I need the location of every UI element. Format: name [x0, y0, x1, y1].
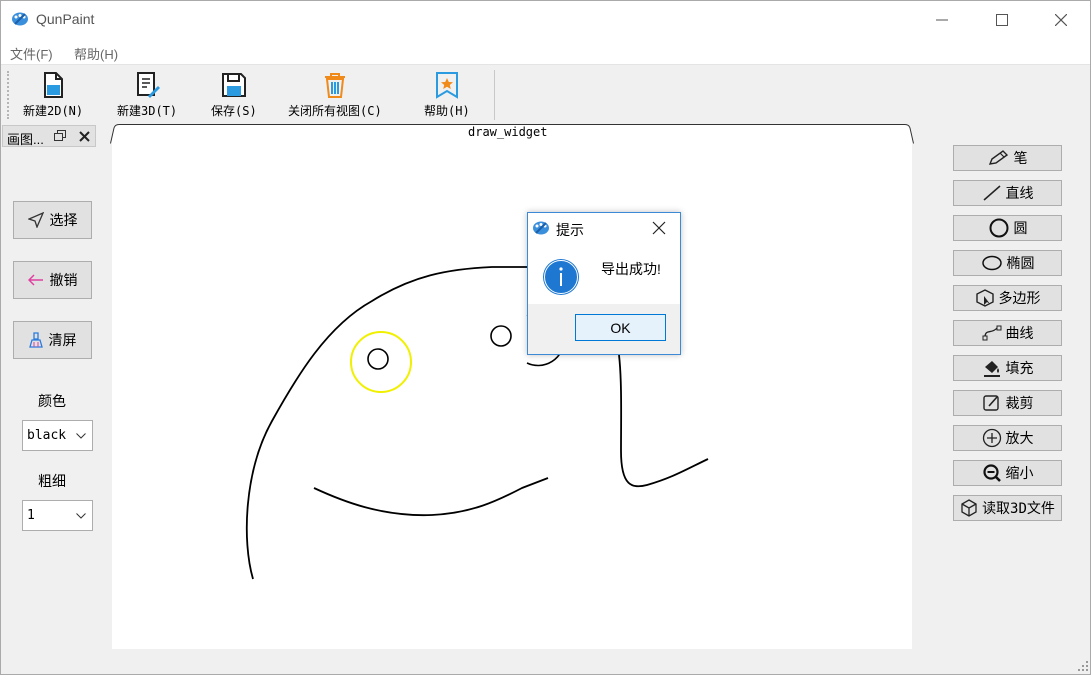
- message-dialog: 提示 导出成功! OK: [527, 212, 681, 355]
- toolbar-separator: [494, 70, 495, 120]
- help-button[interactable]: 帮助(H): [424, 71, 470, 121]
- close-all-views-button[interactable]: 关闭所有视图(C): [288, 71, 382, 121]
- menu-help[interactable]: 帮助(H): [74, 44, 118, 63]
- save-button[interactable]: 保存(S): [211, 71, 257, 121]
- fill-bucket-icon: [983, 361, 1000, 377]
- tool-load-3d-button[interactable]: 读取3D文件: [953, 495, 1062, 521]
- highlight-circle: [350, 331, 412, 393]
- width-label: 粗细: [38, 473, 66, 489]
- body-curve: [618, 354, 709, 488]
- tool-zoom-out-button[interactable]: 缩小: [953, 460, 1062, 486]
- circle-icon: [989, 218, 1008, 238]
- canvas-title: draw_widget: [468, 125, 548, 139]
- document-edit-icon: [137, 72, 161, 98]
- maximize-button[interactable]: [979, 1, 1025, 39]
- cursor-arrow-icon: [27, 212, 44, 228]
- palette-icon: [12, 12, 28, 26]
- width-select[interactable]: 1: [22, 500, 93, 531]
- tool-ellipse-button[interactable]: 椭圆: [953, 250, 1062, 276]
- dock-close-icon[interactable]: [79, 131, 90, 142]
- new-2d-button[interactable]: 新建2D(N): [23, 71, 83, 121]
- mouth: [313, 477, 549, 517]
- dialog-message: 导出成功!: [601, 261, 661, 277]
- drawing: [245, 266, 709, 580]
- info-icon: [543, 259, 579, 295]
- app-window: QunPaint 文件(F) 帮助(H) 新建2D(N) 新建3D(T) 保存(…: [0, 0, 1091, 675]
- broom-icon: [28, 332, 43, 348]
- curve-icon: [982, 325, 1001, 341]
- toolbar: 新建2D(N) 新建3D(T) 保存(S) 关闭所有视图(C) 帮助(H): [1, 66, 1090, 123]
- eye-right-inner: [490, 325, 512, 347]
- minimize-button[interactable]: [919, 1, 965, 39]
- tool-fill-button[interactable]: 填充: [953, 355, 1062, 381]
- close-button[interactable]: [1038, 1, 1084, 39]
- menu-file[interactable]: 文件(F): [10, 44, 53, 63]
- tool-pen-button[interactable]: 笔: [953, 145, 1062, 171]
- pencil-icon: [988, 150, 1008, 165]
- new-file-icon: [44, 72, 64, 98]
- arrow-left-icon: [27, 274, 43, 286]
- zoom-in-icon: [982, 428, 1001, 448]
- title-bar: QunPaint: [1, 1, 1090, 39]
- cube-icon: [961, 499, 977, 517]
- tool-line-button[interactable]: 直线: [953, 180, 1062, 206]
- tool-zoom-in-button[interactable]: 放大: [953, 425, 1062, 451]
- new-3d-button[interactable]: 新建3D(T): [117, 71, 177, 121]
- select-button[interactable]: 选择: [13, 201, 92, 239]
- chevron-down-icon: [76, 433, 86, 439]
- window-title: QunPaint: [36, 11, 95, 27]
- color-select[interactable]: black: [22, 420, 93, 451]
- tool-crop-button[interactable]: 裁剪: [953, 390, 1062, 416]
- drawing-canvas[interactable]: [112, 141, 912, 649]
- palette-icon: [533, 221, 549, 235]
- chevron-down-icon: [76, 513, 86, 519]
- dock-title-bar[interactable]: 画图...: [2, 125, 96, 147]
- crop-icon: [982, 395, 999, 411]
- close-icon: [1055, 14, 1067, 26]
- dock-title: 画图...: [7, 132, 44, 147]
- clear-button[interactable]: 清屏: [13, 321, 92, 359]
- eye-left: [367, 348, 389, 370]
- head-outline: [245, 266, 532, 580]
- tool-circle-button[interactable]: 圆: [953, 215, 1062, 241]
- dialog-button-area: OK: [528, 304, 680, 354]
- undo-button[interactable]: 撤销: [13, 261, 92, 299]
- dialog-close-icon[interactable]: [652, 221, 666, 235]
- resize-grip-icon[interactable]: [1078, 661, 1088, 671]
- dialog-title: 提示: [556, 222, 584, 238]
- menu-bar: 文件(F) 帮助(H): [1, 39, 1090, 65]
- zoom-out-icon: [982, 464, 1001, 482]
- save-icon: [221, 73, 246, 97]
- float-icon[interactable]: [54, 130, 66, 142]
- ok-button[interactable]: OK: [575, 314, 666, 341]
- tool-polygon-button[interactable]: 多边形: [953, 285, 1062, 311]
- maximize-icon: [996, 14, 1008, 26]
- tool-curve-button[interactable]: 曲线: [953, 320, 1062, 346]
- trash-icon: [324, 73, 345, 98]
- line-icon: [983, 185, 1000, 201]
- polygon-icon: [975, 289, 994, 307]
- minimize-icon: [936, 19, 948, 21]
- color-label: 颜色: [38, 393, 66, 409]
- toolbar-grip[interactable]: [7, 71, 9, 119]
- ellipse-icon: [981, 255, 1002, 271]
- help-star-icon: [435, 72, 458, 99]
